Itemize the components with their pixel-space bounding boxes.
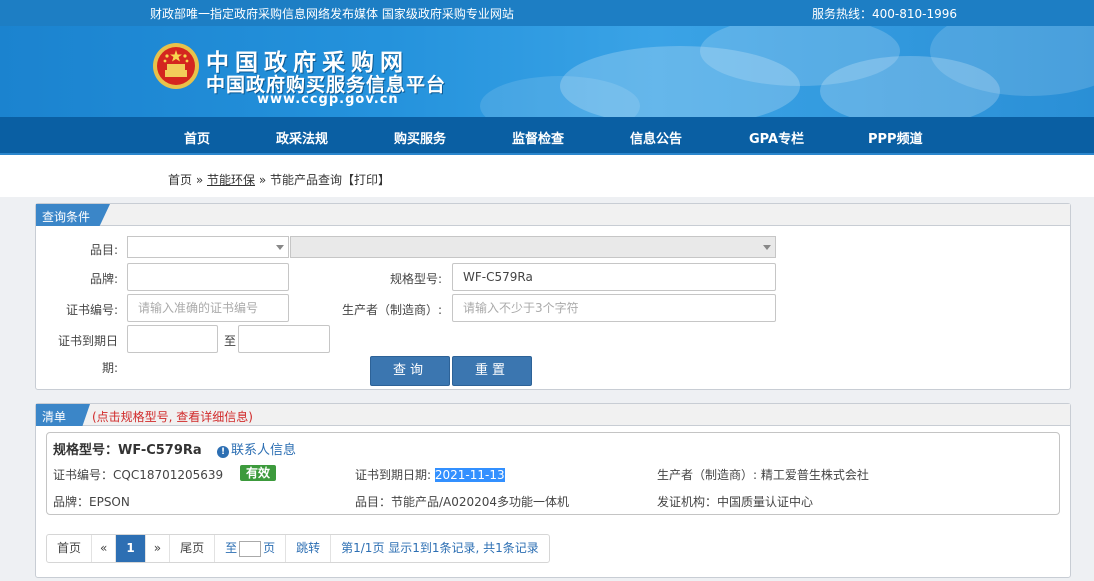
category-select-secondary[interactable] (290, 236, 776, 258)
expiry-label: 证书到期日 (57, 334, 118, 348)
status-badge: 有效 (240, 465, 277, 481)
nav-home[interactable]: 首页 (184, 128, 210, 147)
results-note: (点击规格型号, 查看详细信息) (92, 410, 253, 424)
reset-button[interactable]: 重置 (452, 356, 532, 386)
query-panel: 查询条件 品目: 品牌: 规格型号: WF-C579Ra 证书编号: 请输入准确… (35, 203, 1071, 390)
cert-no-input[interactable]: 请输入准确的证书编号 (127, 294, 289, 322)
pager-goto: 至页 (215, 535, 287, 562)
expiry-label-cont: 期: (101, 361, 118, 375)
manufacturer-input[interactable]: 请输入不少于3个字符 (452, 294, 776, 322)
result-model-link[interactable]: 规格型号：WF-C579Ra (53, 439, 202, 458)
caret-down-icon (763, 245, 771, 250)
nav-announcements[interactable]: 信息公告 (630, 128, 682, 147)
search-button[interactable]: 查询 (370, 356, 450, 386)
breadcrumb-home[interactable]: 首页 (168, 173, 192, 187)
breadcrumb-section[interactable]: 节能环保 (207, 173, 255, 187)
pager-first[interactable]: 首页 (47, 535, 93, 562)
nav-gpa[interactable]: GPA专栏 (749, 128, 804, 147)
pager-goto-prefix: 至 (225, 541, 238, 555)
model-input[interactable]: WF-C579Ra (452, 263, 776, 291)
cert-no-label: 证书编号: (65, 303, 118, 317)
result-cert-no: 证书编号：CQC18701205639 (53, 468, 224, 482)
pager-goto-suffix: 页 (263, 541, 276, 555)
expiry-to-input[interactable] (238, 325, 330, 353)
breadcrumb: 首页 » 节能环保 » 节能产品查询【打印】 (168, 171, 390, 188)
pager-current-page[interactable]: 1 (116, 535, 146, 562)
manufacturer-label: 生产者（制造商）: (341, 303, 442, 317)
result-issuer: 发证机构：中国质量认证中心 (657, 495, 814, 509)
nav-purchase-services[interactable]: 购买服务 (394, 128, 446, 147)
main-nav: 首页 政采法规 购买服务 监督检查 信息公告 GPA专栏 PPP频道 (0, 117, 1094, 155)
pager-next[interactable]: » (146, 535, 171, 562)
results-panel-title: 清单 (36, 404, 91, 426)
to-label: 至 (223, 334, 236, 348)
print-link[interactable]: 【打印】 (342, 173, 390, 187)
result-manufacturer: 生产者（制造商）: 精工爱普生株式会社 (657, 468, 869, 482)
nav-supervision[interactable]: 监督检查 (512, 128, 564, 147)
pagination: 首页 « 1 » 尾页 至页 跳转 第1/1页 显示1到1条记录, 共1条记录 (46, 534, 550, 563)
brand-label: 品牌: (89, 272, 118, 286)
model-label: 规格型号: (389, 272, 442, 286)
expiry-from-input[interactable] (127, 325, 218, 353)
nav-regulations[interactable]: 政采法规 (276, 128, 328, 147)
caret-down-icon (276, 245, 284, 250)
top-bar: 财政部唯一指定政府采购信息网络发布媒体 国家级政府采购专业网站 服务热线：400… (0, 0, 1094, 26)
category-label: 品目: (89, 243, 118, 257)
pager-summary: 第1/1页 显示1到1条记录, 共1条记录 (341, 541, 539, 555)
breadcrumb-separator: » (255, 173, 270, 187)
result-expiry-label: 证书到期日期: (355, 468, 435, 482)
cert-no-placeholder: 请输入准确的证书编号 (138, 301, 259, 315)
query-panel-header: 查询条件 (36, 204, 1070, 226)
pager-jump-button[interactable]: 跳转 (286, 535, 332, 562)
manufacturer-placeholder: 请输入不少于3个字符 (463, 301, 579, 315)
national-emblem-icon (153, 43, 199, 89)
result-expiry-date: 2021-11-13 (434, 468, 505, 482)
results-panel: 清单 (点击规格型号, 查看详细信息) 规格型号：WF-C579Ra ! 联系人信… (35, 403, 1071, 578)
results-panel-header: 清单 (点击规格型号, 查看详细信息) (36, 404, 1070, 426)
result-brand: 品牌：EPSON (53, 495, 130, 509)
query-panel-title: 查询条件 (36, 204, 111, 226)
brand-input[interactable] (127, 263, 289, 291)
category-select-primary[interactable] (127, 236, 289, 258)
breadcrumb-current: 节能产品查询 (270, 173, 343, 187)
info-icon: ! (217, 446, 229, 458)
contact-info-link[interactable]: ! 联系人信息 (217, 439, 296, 458)
pager-page-input[interactable] (239, 540, 262, 557)
result-category: 品目：节能产品/A020204多功能一体机 (355, 495, 570, 509)
nav-ppp[interactable]: PPP频道 (868, 128, 923, 147)
site-banner: 中国政府采购网 中国政府购买服务信息平台 www.ccgp.gov.cn (0, 26, 1094, 117)
logo-url: www.ccgp.gov.cn (257, 92, 399, 107)
result-card: 规格型号：WF-C579Ra ! 联系人信息 证书编号：CQC1870120563… (46, 432, 1060, 515)
site-slogan: 财政部唯一指定政府采购信息网络发布媒体 国家级政府采购专业网站 (150, 7, 514, 21)
contact-info-label: 联系人信息 (231, 443, 297, 458)
pager-prev[interactable]: « (92, 535, 117, 562)
result-expiry: 证书到期日期: 2021-11-13 (355, 466, 505, 483)
breadcrumb-separator: » (192, 173, 207, 187)
pager-last[interactable]: 尾页 (170, 535, 216, 562)
service-hotline: 服务热线：400-810-1996 (812, 7, 958, 21)
